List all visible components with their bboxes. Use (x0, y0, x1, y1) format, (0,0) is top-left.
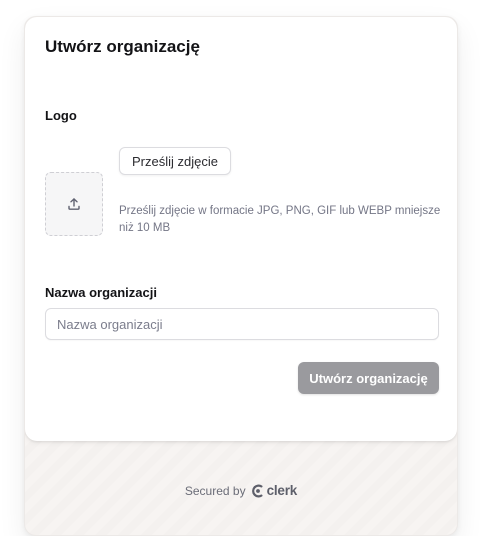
upload-image-button[interactable]: Prześlij zdjęcie (119, 147, 231, 175)
organization-name-label: Nazwa organizacji (45, 285, 157, 300)
organization-name-input[interactable] (45, 308, 439, 340)
page-title: Utwórz organizację (45, 37, 200, 56)
create-organization-button[interactable]: Utwórz organizację (298, 362, 439, 394)
secured-by-text: Secured by (184, 483, 246, 498)
clerk-logo[interactable]: clerk (251, 483, 298, 498)
create-organization-modal: Utwórz organizację Logo Prześlij zdjęcie… (24, 16, 458, 536)
upload-icon (68, 198, 80, 210)
clerk-logo-icon (251, 484, 263, 497)
clerk-brand-text: clerk (266, 483, 298, 498)
upload-hint-text: Prześlij zdjęcie w formacie JPG, PNG, GI… (119, 205, 441, 234)
logo-label: Logo (45, 108, 77, 123)
create-organization-card: Utwórz organizację Logo Prześlij zdjęcie… (25, 17, 457, 441)
secured-by-footer: Secured by clerk (25, 483, 457, 498)
logo-upload-dropzone[interactable] (45, 172, 103, 236)
